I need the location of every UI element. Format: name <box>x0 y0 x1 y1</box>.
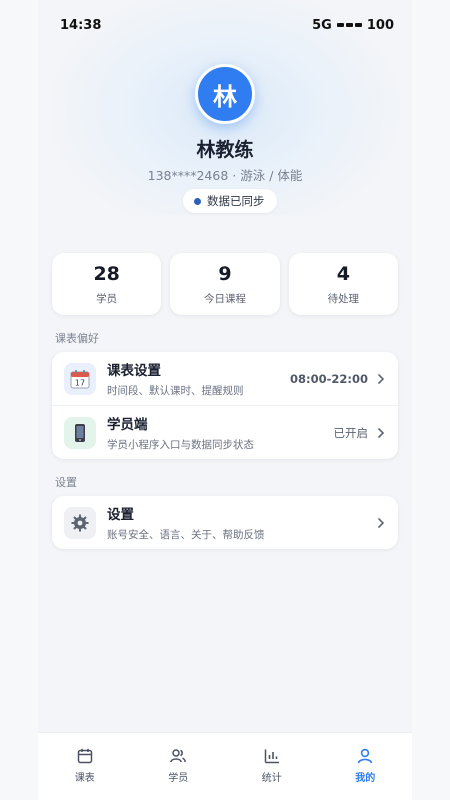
schedule-card: 17 课表设置 时间段、默认课时、提醒规则 08:00-22:00 学员端 学员… <box>52 352 398 459</box>
row-subtitle: 时间段、默认课时、提醒规则 <box>107 385 244 397</box>
phone-icon <box>64 416 96 449</box>
tab-schedule[interactable]: 课表 <box>38 733 132 800</box>
battery-level: 100 <box>366 17 394 33</box>
profile-subline: 138****2468 · 游泳 / 体能 <box>147 168 303 183</box>
users-icon <box>170 749 187 763</box>
section-title-settings: 设置 <box>55 476 77 489</box>
sync-status-badge: 数据已同步 <box>183 189 277 213</box>
tab-label: 统计 <box>261 773 282 784</box>
tab-me[interactable]: 我的 <box>319 733 413 800</box>
right-margin <box>412 0 450 800</box>
status-bar: 14:38 5G 100 <box>38 0 412 50</box>
row-student-app[interactable]: 学员端 学员小程序入口与数据同步状态 已开启 <box>52 405 398 459</box>
calendar-icon-text: 17 <box>75 378 85 387</box>
row-settings[interactable]: 设置 账号安全、语言、关于、帮助反馈 <box>52 496 398 549</box>
stats-row: 28 学员 9 今日课程 4 待处理 <box>52 253 398 315</box>
row-schedule-settings[interactable]: 17 课表设置 时间段、默认课时、提醒规则 08:00-22:00 <box>52 352 398 405</box>
section-title-schedule: 课表偏好 <box>55 332 99 345</box>
avatar[interactable]: 林 <box>195 64 255 124</box>
chevron-right-icon <box>378 373 385 384</box>
row-title: 课表设置 <box>107 363 161 379</box>
tab-statistics[interactable]: 统计 <box>225 733 319 800</box>
chevron-right-icon <box>378 517 385 528</box>
person-icon <box>357 748 373 764</box>
tab-label: 我的 <box>355 773 376 784</box>
row-text: 设置 账号安全、语言、关于、帮助反馈 <box>107 503 376 542</box>
stat-card-today-courses[interactable]: 9 今日课程 <box>170 253 280 315</box>
network-label: 5G <box>312 17 332 33</box>
stat-card-students[interactable]: 28 学员 <box>52 253 162 315</box>
calendar-tab-icon <box>77 748 92 764</box>
stat-value: 9 <box>218 262 232 285</box>
row-subtitle: 学员小程序入口与数据同步状态 <box>107 439 254 451</box>
row-value: 已开启 <box>333 425 369 440</box>
chevron-right-icon <box>378 427 385 438</box>
sync-label: 数据已同步 <box>207 194 265 208</box>
tab-label: 学员 <box>168 773 189 784</box>
row-subtitle: 账号安全、语言、关于、帮助反馈 <box>107 529 265 541</box>
left-margin <box>0 0 38 800</box>
row-title: 设置 <box>107 507 134 523</box>
stat-card-pending[interactable]: 4 待处理 <box>288 253 398 315</box>
row-value: 08:00-22:00 <box>290 371 368 386</box>
row-text: 课表设置 时间段、默认课时、提醒规则 <box>107 359 290 398</box>
row-text: 学员端 学员小程序入口与数据同步状态 <box>107 413 334 452</box>
bar-chart-icon <box>264 749 279 764</box>
row-title: 学员端 <box>107 417 148 433</box>
stat-label: 学员 <box>96 292 118 305</box>
tab-label: 课表 <box>74 773 95 784</box>
stat-value: 28 <box>93 262 120 285</box>
calendar-icon: 17 <box>64 362 96 395</box>
gear-icon <box>64 506 96 539</box>
stat-label: 待处理 <box>327 292 360 305</box>
tab-bar: 课表 学员 统计 我的 <box>38 732 412 800</box>
status-time: 14:38 <box>60 17 102 33</box>
stat-value: 4 <box>336 262 350 285</box>
sync-dot-icon <box>194 197 201 205</box>
tab-students[interactable]: 学员 <box>132 733 226 800</box>
signal-icon <box>336 23 362 27</box>
profile-name: 林教练 <box>196 139 254 161</box>
stat-label: 今日课程 <box>203 292 246 305</box>
status-indicators: 5G 100 <box>312 18 394 33</box>
settings-card: 设置 账号安全、语言、关于、帮助反馈 <box>52 496 398 549</box>
profile-screen: 14:38 5G 100 林 林教练 138****2468 · 游泳 / 体能… <box>38 0 412 800</box>
